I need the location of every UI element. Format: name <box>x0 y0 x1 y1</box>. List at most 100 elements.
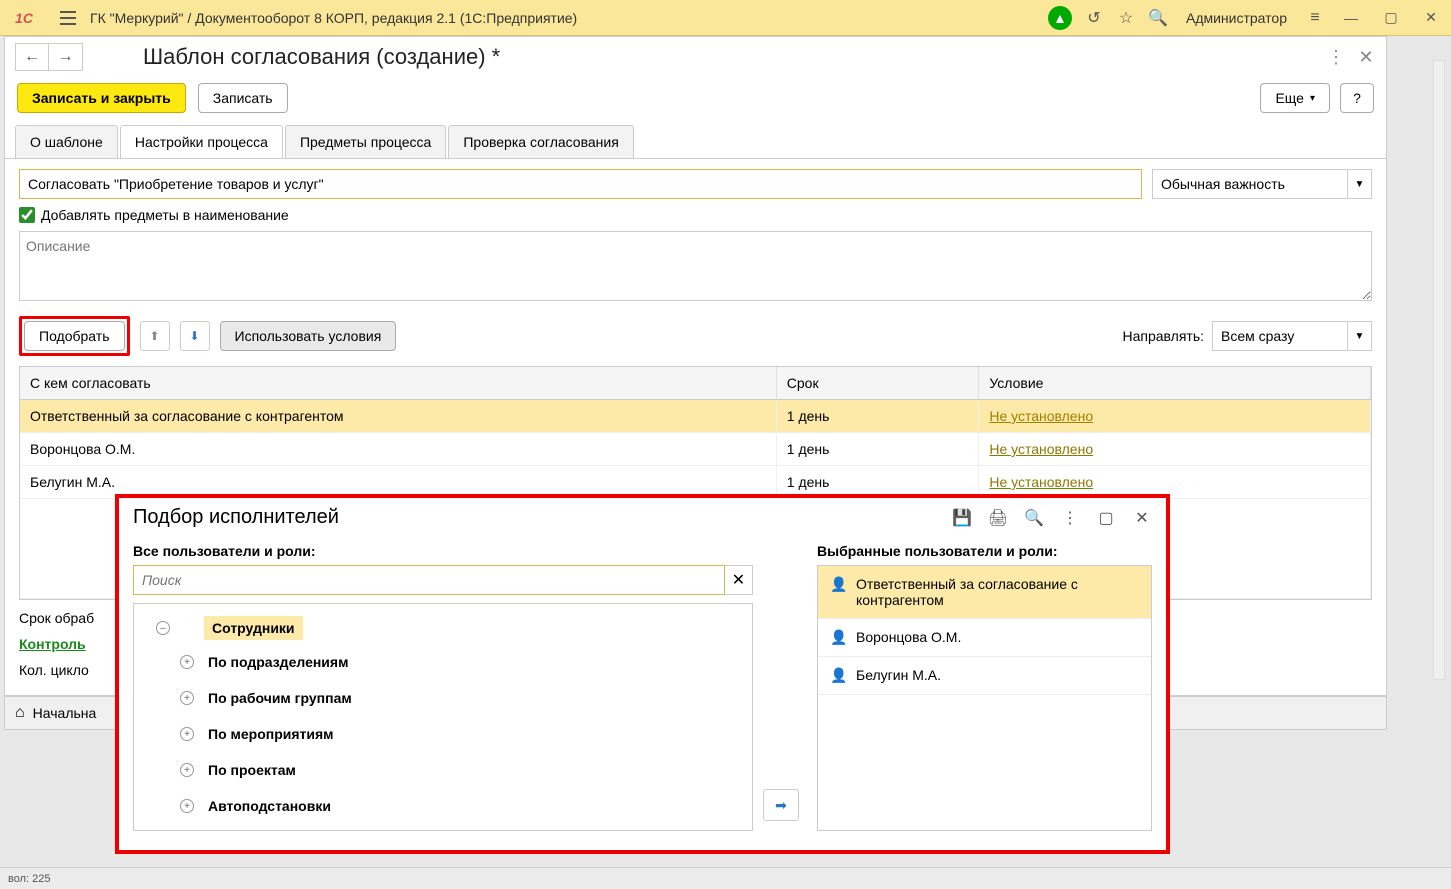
selected-item[interactable]: 👤 Воронцова О.М. <box>818 619 1151 657</box>
header-close-icon[interactable]: ✕ <box>1356 47 1376 67</box>
modal-body: Все пользователи и роли: ✕ – Сотрудники … <box>119 537 1166 837</box>
save-close-button[interactable]: Записать и закрыть <box>17 83 186 113</box>
users-tree[interactable]: – Сотрудники + По подразделениям + По ра… <box>133 603 753 831</box>
tree-node-employees[interactable]: – Сотрудники <box>148 612 748 644</box>
menu-icon[interactable] <box>56 6 80 30</box>
role-icon: 👤 <box>830 576 846 593</box>
tree-node-by-events[interactable]: + По мероприятиям <box>172 716 748 752</box>
expand-icon[interactable]: + <box>180 727 194 741</box>
more-icon[interactable]: ⋮ <box>1060 508 1080 528</box>
tab-approval-check[interactable]: Проверка согласования <box>448 125 633 158</box>
expand-icon[interactable]: + <box>180 799 194 813</box>
cell-who: Ответственный за согласование с контраге… <box>20 400 776 433</box>
maximize-button[interactable]: ▢ <box>1377 4 1405 32</box>
tree-node-by-projects[interactable]: + По проектам <box>172 752 748 788</box>
help-button[interactable]: ? <box>1340 83 1374 113</box>
importance-select[interactable]: Обычная важность ▼ <box>1152 169 1372 199</box>
grid-row[interactable]: Воронцова О.М. 1 день Не установлено <box>20 433 1371 466</box>
selected-item-name: Ответственный за согласование с контраге… <box>856 576 1139 608</box>
modal-title: Подбор исполнителей <box>133 506 952 529</box>
move-down-button[interactable]: ⬇ <box>180 321 210 351</box>
selected-item[interactable]: 👤 Ответственный за согласование с контра… <box>818 566 1151 619</box>
app-title: ГК "Меркурий" / Документооборот 8 КОРП, … <box>90 10 1048 26</box>
taskbar-home-label[interactable]: Начальна <box>33 705 97 721</box>
clear-search-button[interactable]: ✕ <box>725 565 753 595</box>
direction-value: Всем сразу <box>1213 328 1347 344</box>
use-conditions-button[interactable]: Использовать условия <box>220 321 397 351</box>
tree-node-by-dept[interactable]: + По подразделениям <box>172 644 748 680</box>
collapse-icon[interactable]: – <box>156 621 170 635</box>
more-button[interactable]: Еще <box>1260 83 1330 113</box>
minimize-button[interactable]: — <box>1337 4 1365 32</box>
nav-back-button[interactable]: ← <box>15 43 49 71</box>
move-up-button[interactable]: ⬆ <box>140 321 170 351</box>
cell-term: 1 день <box>776 433 979 466</box>
status-bar: вол: 225 <box>0 867 1451 889</box>
tab-process-subjects[interactable]: Предметы процесса <box>285 125 446 158</box>
col-condition: Условие <box>979 367 1371 400</box>
approvers-toolbar: Подобрать ⬆ ⬇ Использовать условия Напра… <box>19 316 1372 356</box>
close-window-button[interactable]: ✕ <box>1417 4 1445 32</box>
header-more-icon[interactable]: ⋮ <box>1326 47 1346 67</box>
grid-row[interactable]: Ответственный за согласование с контраге… <box>20 400 1371 433</box>
direction-select[interactable]: Всем сразу ▼ <box>1212 321 1372 351</box>
scrollbar[interactable] <box>1433 60 1445 680</box>
expand-icon[interactable]: + <box>180 655 194 669</box>
cell-condition-link[interactable]: Не установлено <box>989 408 1093 424</box>
tree-node-autosub[interactable]: + Автоподстановки <box>172 788 748 824</box>
header-row: ← → Шаблон согласования (создание) * ⋮ ✕ <box>5 37 1386 77</box>
close-icon[interactable]: ✕ <box>1132 508 1152 528</box>
search-input[interactable] <box>133 565 725 595</box>
tree-node-roles[interactable]: + Роли <box>148 824 748 831</box>
nav-forward-button[interactable]: → <box>49 43 83 71</box>
add-subjects-checkbox-row[interactable]: Добавлять предметы в наименование <box>19 207 1372 223</box>
tree-label: По мероприятиям <box>202 720 340 748</box>
expand-icon[interactable]: + <box>180 763 194 777</box>
modal-right-panel: Выбранные пользователи и роли: 👤 Ответст… <box>817 543 1152 831</box>
description-textarea[interactable] <box>19 231 1372 301</box>
direction-label: Направлять: <box>1122 328 1204 344</box>
save-button[interactable]: Записать <box>198 83 288 113</box>
save-icon[interactable]: 💾 <box>952 508 972 528</box>
search-icon[interactable]: 🔍 <box>1148 8 1168 28</box>
tree-node-by-groups[interactable]: + По рабочим группам <box>172 680 748 716</box>
importance-value: Обычная важность <box>1153 176 1347 192</box>
pick-button[interactable]: Подобрать <box>24 321 125 351</box>
print-icon[interactable]: 🖨 <box>988 508 1008 528</box>
modal-header: Подбор исполнителей 💾 🖨 🔍 ⋮ ▢ ✕ <box>119 498 1166 537</box>
tree-label: По подразделениям <box>202 648 354 676</box>
template-name-input[interactable] <box>19 169 1142 199</box>
status-text: вол: 225 <box>8 873 50 885</box>
history-icon[interactable]: ↺ <box>1084 8 1104 28</box>
title-bar: 1С ГК "Меркурий" / Документооборот 8 КОР… <box>0 0 1451 36</box>
add-selected-button[interactable]: ➡ <box>763 789 799 821</box>
tabs: О шаблоне Настройки процесса Предметы пр… <box>5 125 1386 159</box>
selected-users-label: Выбранные пользователи и роли: <box>817 543 1152 559</box>
tree-label: Роли <box>178 828 225 831</box>
add-subjects-checkbox[interactable] <box>19 207 35 223</box>
maximize-icon[interactable]: ▢ <box>1096 508 1116 528</box>
preview-icon[interactable]: 🔍 <box>1024 508 1044 528</box>
modal-middle: ➡ <box>763 543 807 831</box>
page-title: Шаблон согласования (создание) * <box>143 44 500 70</box>
chevron-down-icon[interactable]: ▼ <box>1347 170 1371 198</box>
cell-condition-link[interactable]: Не установлено <box>989 441 1093 457</box>
selected-list[interactable]: 👤 Ответственный за согласование с контра… <box>817 565 1152 831</box>
selected-item[interactable]: 👤 Белугин М.А. <box>818 657 1151 695</box>
tab-process-settings[interactable]: Настройки процесса <box>120 125 283 158</box>
expand-icon[interactable]: + <box>180 691 194 705</box>
cell-term: 1 день <box>776 400 979 433</box>
col-who: С кем согласовать <box>20 367 776 400</box>
logo-1c: 1С <box>6 6 42 30</box>
selected-item-name: Воронцова О.М. <box>856 629 961 645</box>
favorite-icon[interactable]: ☆ <box>1116 8 1136 28</box>
cell-condition-link[interactable]: Не установлено <box>989 474 1093 490</box>
settings-icon[interactable]: ≡ <box>1305 8 1325 28</box>
tab-about[interactable]: О шаблоне <box>15 125 118 158</box>
user-name[interactable]: Администратор <box>1186 10 1287 26</box>
notifications-icon[interactable]: ▲ <box>1048 6 1072 30</box>
home-icon[interactable]: ⌂ <box>15 704 25 722</box>
chevron-down-icon[interactable]: ▼ <box>1347 322 1371 350</box>
titlebar-actions: ▲ ↺ ☆ 🔍 Администратор ≡ — ▢ ✕ <box>1048 4 1445 32</box>
search-wrap: ✕ <box>133 565 753 595</box>
